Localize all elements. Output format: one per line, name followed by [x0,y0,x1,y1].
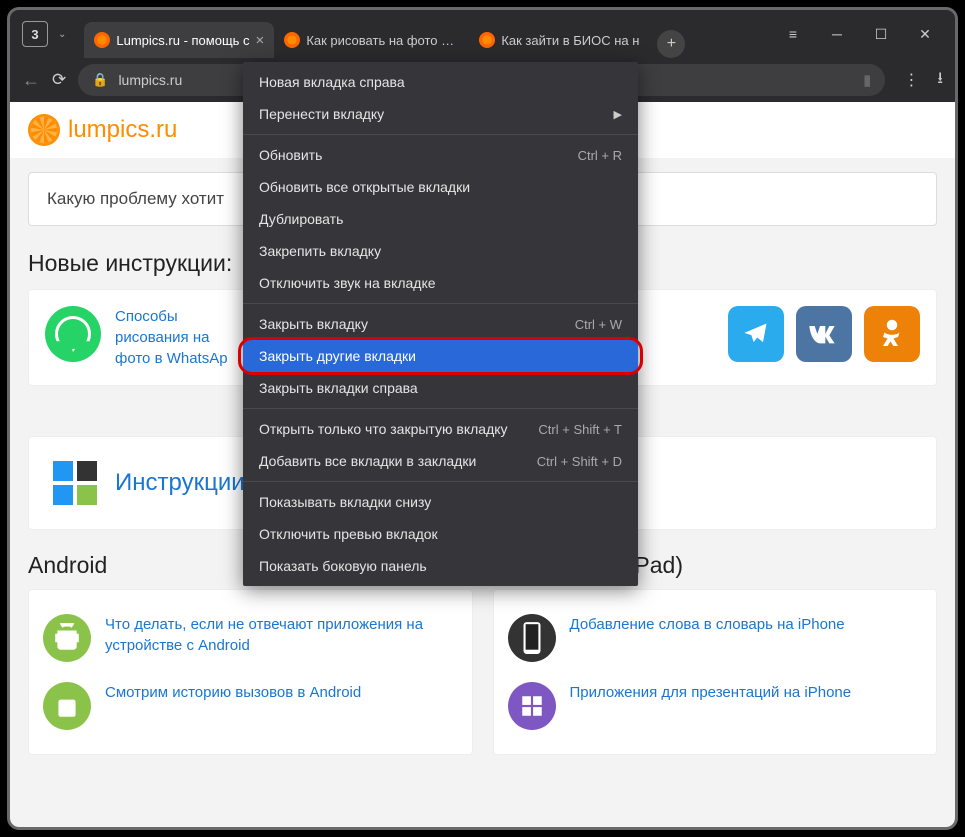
social-links [728,306,920,369]
context-menu-label: Обновить [259,147,578,163]
whatsapp-icon [45,306,101,362]
list-item: Что делать, если не отвечают приложения … [43,604,458,672]
context-menu-label: Дублировать [259,211,622,227]
lock-icon: 🔒 [92,72,108,88]
context-menu-item[interactable]: Перенести вкладку▶ [243,98,638,130]
tab[interactable]: Как зайти в БИОС на н [469,22,649,58]
iphone-icon [508,614,556,662]
android-icon [43,614,91,662]
context-menu-label: Отключить звук на вкладке [259,275,622,291]
os-grid-icon [51,459,99,507]
context-menu-item[interactable]: Дублировать [243,203,638,235]
context-menu-item[interactable]: Добавить все вкладки в закладкиCtrl + Sh… [243,445,638,477]
context-menu-item[interactable]: Отключить превью вкладок [243,518,638,550]
context-menu-label: Обновить все открытые вкладки [259,179,622,195]
list-item: Добавление слова в словарь на iPhone [508,604,923,672]
context-menu-item[interactable]: Закрыть вкладки справа [243,372,638,404]
tab-label: Lumpics.ru - помощь с [116,33,249,48]
tab-context-menu: Новая вкладка справа Перенести вкладку▶ Об… [243,62,638,586]
ok-icon[interactable] [864,306,920,362]
more-icon[interactable]: ⋮ [897,70,925,90]
context-menu-label: Закрепить вкладку [259,243,622,259]
maximize-button[interactable]: ☐ [859,18,903,50]
shortcut-label: Ctrl + Shift + D [537,454,622,469]
new-tab-button[interactable]: + [657,30,685,58]
tab[interactable]: Как рисовать на фото в В [274,22,469,58]
context-menu-item[interactable]: Закрыть другие вкладки [243,340,638,372]
context-menu-item[interactable]: Закрыть вкладкуCtrl + W [243,308,638,340]
reload-button[interactable]: ⟳ [52,70,66,90]
context-menu-label: Перенести вкладку [259,106,614,122]
settings-icon[interactable]: ≡ [771,18,815,50]
logo-text: lumpics.ru [68,116,177,144]
context-menu-item[interactable]: Открыть только что закрытую вкладкуCtrl … [243,413,638,445]
bookmark-icon[interactable]: ▮ [863,71,871,89]
list-item: Приложения для презентаций на iPhone [508,672,923,740]
list-item: Смотрим историю вызовов в Android [43,672,458,740]
context-menu-label: Закрыть вкладку [259,316,575,332]
tab-active[interactable]: Lumpics.ru - помощь с × [84,22,274,58]
context-menu-item[interactable]: Отключить звук на вкладке [243,267,638,299]
back-button[interactable]: ← [22,70,40,91]
favicon-lumpics [284,32,300,48]
context-menu-item[interactable]: Обновить все открытые вкладки [243,171,638,203]
vk-icon[interactable] [796,306,852,362]
article-link[interactable]: Приложения для презентаций на iPhone [570,682,852,703]
article-link[interactable]: Что делать, если не отвечают приложения … [105,614,458,656]
android-icon [43,682,91,730]
shortcut-label: Ctrl + W [575,317,622,332]
context-menu-item[interactable]: Закрепить вкладку [243,235,638,267]
context-menu-label: Показать боковую панель [259,558,622,574]
context-menu-label: Показывать вкладки снизу [259,494,622,510]
telegram-icon[interactable] [728,306,784,362]
context-menu-label: Отключить превью вкладок [259,526,622,542]
context-menu-label: Открыть только что закрытую вкладку [259,421,538,437]
favicon-lumpics [479,32,495,48]
shortcut-label: Ctrl + Shift + T [538,422,622,437]
shortcut-label: Ctrl + R [578,148,622,163]
minimize-button[interactable]: ─ [815,18,859,50]
favicon-lumpics [94,32,110,48]
context-menu-label: Новая вкладка справа [259,74,622,90]
tab-counter[interactable]: 3 [22,21,48,47]
context-menu-label: Закрыть вкладки справа [259,380,622,396]
download-icon[interactable]: ⭳ [937,67,943,94]
context-menu-label: Добавить все вкладки в закладки [259,453,537,469]
context-menu-label: Закрыть другие вкладки [259,348,622,364]
tab-list-dropdown[interactable]: ⌄ [48,23,76,46]
context-menu-item[interactable]: Показать боковую панель [243,550,638,582]
context-menu-item[interactable]: Показывать вкладки снизу [243,486,638,518]
context-menu-item[interactable]: ОбновитьCtrl + R [243,139,638,171]
url-domain: lumpics.ru [118,72,182,88]
titlebar: 3 ⌄ Lumpics.ru - помощь с × Как рисовать… [10,10,955,58]
close-window-button[interactable]: ✕ [903,18,947,50]
instruction-link[interactable]: Способы рисования на фото в WhatsAp [115,306,245,369]
apps-icon [508,682,556,730]
article-link[interactable]: Добавление слова в словарь на iPhone [570,614,845,635]
article-link[interactable]: Смотрим историю вызовов в Android [105,682,361,703]
tab-label: Как зайти в БИОС на н [501,33,639,48]
tab-label: Как рисовать на фото в В [306,33,459,48]
logo-icon [28,114,60,146]
context-menu-item[interactable]: Новая вкладка справа [243,66,638,98]
submenu-arrow-icon: ▶ [614,108,622,121]
close-icon[interactable]: × [256,32,265,49]
